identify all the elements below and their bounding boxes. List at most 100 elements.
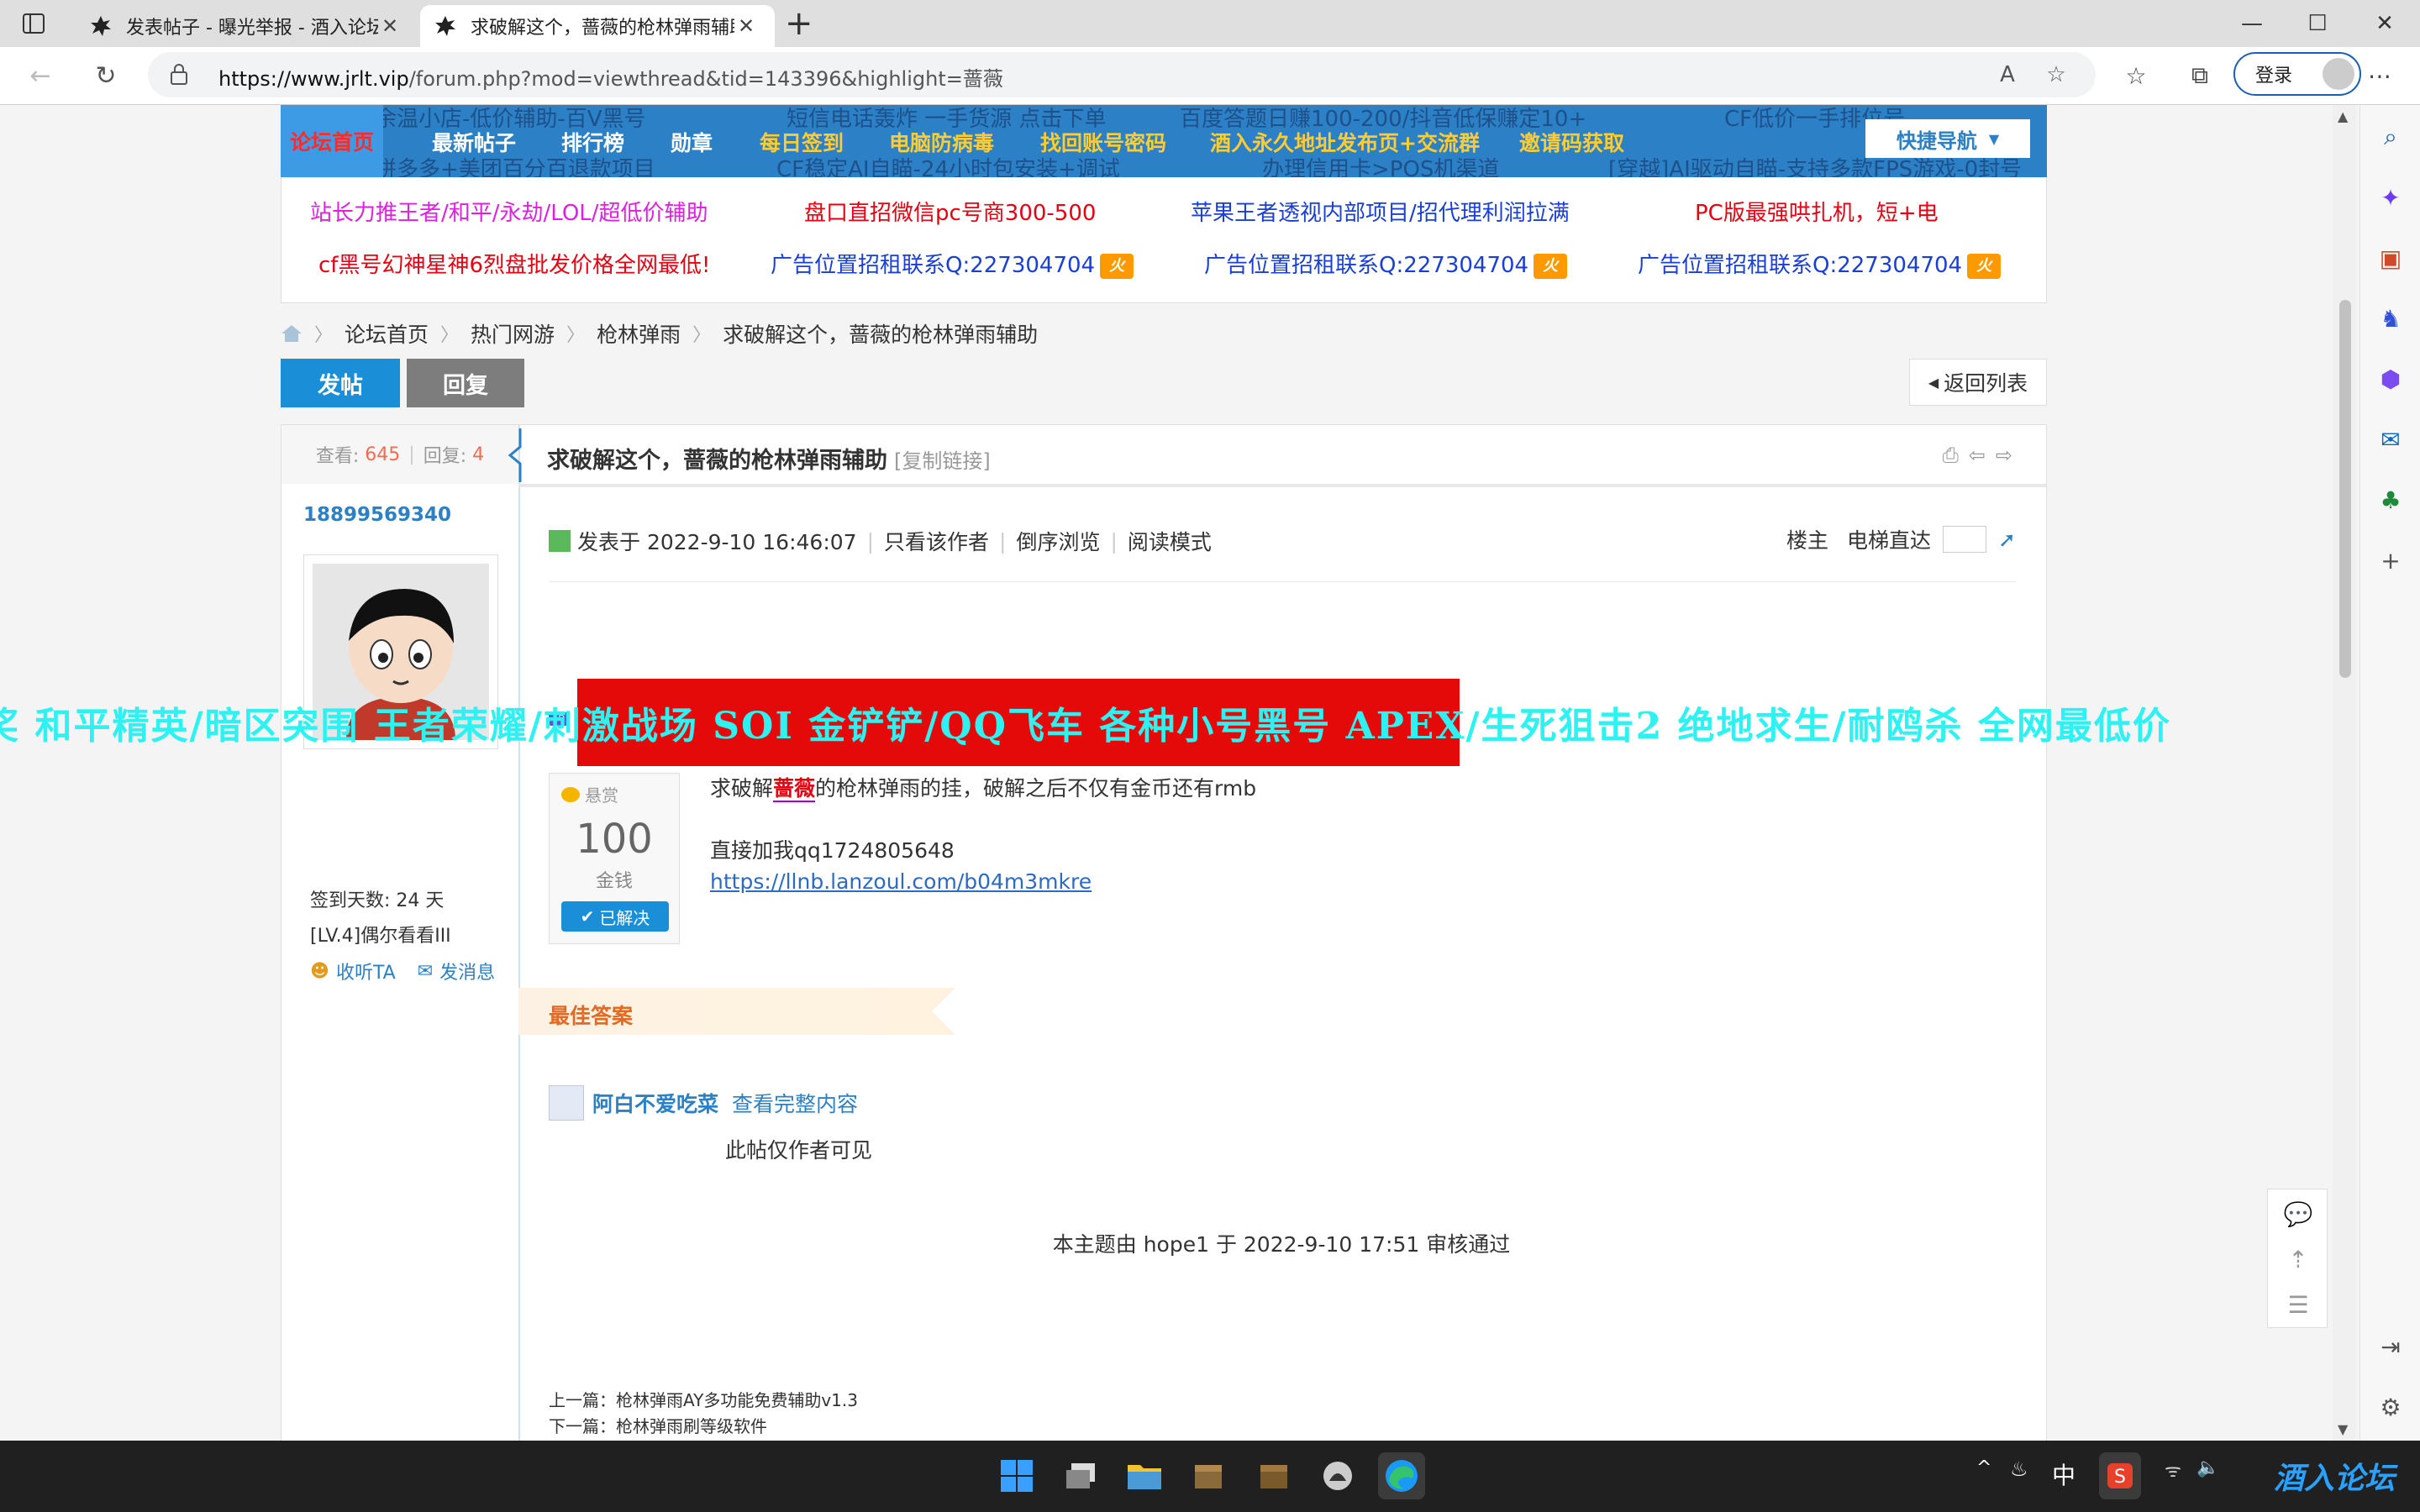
tree-icon[interactable]: ♣ [2375, 485, 2406, 515]
outlook-icon[interactable]: ✉ [2375, 424, 2406, 454]
next-thread-link[interactable]: 下一篇：枪林弹雨刷等级软件 [549, 1414, 858, 1440]
elevator-go-icon[interactable]: ➚ [1998, 528, 2016, 552]
nav-item-checkin[interactable]: 每日签到 [760, 127, 844, 157]
nav-item-invite-code[interactable]: 邀请码获取 [1519, 127, 1624, 157]
edge-browser-icon[interactable] [1378, 1452, 1425, 1499]
download-link[interactable]: https://llnb.lanzoul.com/b04m3mkre [710, 869, 1092, 894]
text-ad[interactable]: 广告位置招租联系Q:227304704 火 [1204, 248, 1568, 279]
list-icon[interactable]: ☰ [2268, 1282, 2328, 1327]
tab-close-icon[interactable]: ✕ [378, 14, 402, 38]
reply-button[interactable]: 回复 [407, 359, 524, 407]
nav-item-latest[interactable]: 最新帖子 [432, 127, 516, 157]
tray-app-icon[interactable]: ♨ [2010, 1457, 2028, 1481]
back-to-top-icon[interactable]: ⇡ [2268, 1236, 2328, 1282]
app-box-icon[interactable] [1250, 1452, 1297, 1499]
login-button[interactable]: 登录 [2233, 52, 2361, 96]
text-ad[interactable]: 广告位置招租联系Q:227304704 火 [1638, 248, 2002, 279]
sidebar-collapse-icon[interactable]: ⇥ [2375, 1331, 2406, 1362]
home-icon[interactable] [281, 324, 302, 343]
contact-text: 直接加我qq1724805648 [710, 838, 955, 863]
windows-start-icon[interactable] [993, 1452, 1040, 1499]
breadcrumb-home[interactable]: 论坛首页 [345, 318, 429, 349]
minimize-button[interactable]: — [2217, 0, 2287, 47]
url-host: https://www.jrlt.vip [218, 67, 409, 91]
browser-tab-post[interactable]: 发表帖子 - 曝光举报 - 酒入论坛 ✕ [76, 5, 418, 47]
text-ad[interactable]: 盘口直招微信pc号商300-500 [804, 196, 1096, 227]
collections-icon[interactable]: ⧉ [2183, 59, 2217, 92]
app-box-icon[interactable] [1185, 1452, 1232, 1499]
browser-tab-thread[interactable]: 求破解这个，蔷薇的枪林弹雨辅助 ✕ [420, 5, 775, 47]
nav-item-ranking[interactable]: 排行榜 [561, 127, 624, 157]
previous-thread-icon[interactable]: ⇦ [1969, 444, 1986, 467]
tray-chevron-icon[interactable]: ^ [1976, 1457, 1991, 1478]
print-icon[interactable]: ⎙ [1943, 444, 1959, 467]
refresh-icon[interactable]: ↻ [87, 57, 124, 94]
search-icon[interactable]: ⌕ [2375, 122, 2406, 152]
text-ad[interactable]: PC版最强哄扎机，短+电 [1695, 196, 1939, 227]
answerer-avatar[interactable] [549, 1085, 584, 1121]
favorite-star-icon[interactable]: ☆ [2042, 60, 2070, 89]
more-menu-icon[interactable]: ⋯ [2363, 59, 2396, 92]
tab-close-icon[interactable]: ✕ [734, 14, 758, 38]
message-link[interactable]: 发消息 [439, 958, 495, 984]
answerer-name[interactable]: 阿白不爱吃菜 [592, 1088, 718, 1118]
nav-item-recover-account[interactable]: 找回账号密码 [1040, 127, 1166, 157]
scroll-down-icon[interactable]: ▼ [2338, 1421, 2348, 1437]
quick-nav-label: 快捷导航 [1896, 129, 1977, 153]
reverse-order-link[interactable]: 倒序浏览 [1016, 526, 1100, 556]
tab-actions-icon[interactable] [20, 10, 47, 37]
add-icon[interactable]: + [2375, 545, 2406, 575]
page-scrollbar[interactable]: ▲ ▼ [2333, 105, 2356, 1441]
nav-item-address-page[interactable]: 酒入永久地址发布页+交流群 [1210, 127, 1480, 157]
volume-icon[interactable]: 🔈 [2196, 1457, 2219, 1478]
only-author-link[interactable]: 只看该作者 [884, 526, 989, 556]
text-ad[interactable]: 站长力推王者/和平/永劫/LOL/超低价辅助 [310, 196, 708, 227]
follow-link[interactable]: 收听TA [336, 958, 396, 984]
quick-reply-icon[interactable]: 💬 [2268, 1191, 2328, 1236]
settings-gear-icon[interactable]: ⚙ [2375, 1392, 2406, 1422]
floating-tools: 💬 ⇡ ☰ [2267, 1189, 2328, 1328]
view-full-link[interactable]: 查看完整内容 [732, 1088, 858, 1118]
tools-icon[interactable]: ▣ [2375, 243, 2406, 273]
caret-down-icon: ▼ [1988, 130, 2000, 147]
close-window-button[interactable]: ✕ [2349, 0, 2420, 47]
quick-nav-button[interactable]: 快捷导航 ▼ [1865, 119, 2030, 158]
scroll-up-icon[interactable]: ▲ [2338, 108, 2348, 124]
address-bar[interactable]: https://www.jrlt.vip/forum.php?mod=viewt… [148, 52, 2096, 97]
nav-item-medals[interactable]: 勋章 [671, 127, 713, 157]
breadcrumb-category[interactable]: 热门网游 [471, 318, 555, 349]
text-ad[interactable]: 苹果王者透视内部项目/招代理利润拉满 [1191, 196, 1570, 227]
new-tab-button[interactable]: + [785, 7, 813, 40]
scrollbar-thumb[interactable] [2339, 300, 2351, 678]
task-view-icon[interactable] [1057, 1452, 1104, 1499]
file-explorer-icon[interactable] [1121, 1452, 1168, 1499]
breadcrumb-board[interactable]: 枪林弹雨 [597, 318, 681, 349]
back-arrow-icon[interactable]: ← [22, 57, 59, 94]
text-ad[interactable]: cf黑号幻神星神6烈盘批发价格全网最低! [318, 248, 710, 279]
banner-ad[interactable]: 免费抽奖 和平精英/暗区突围 王者荣耀/刺激战场 SOI 金铲铲/QQ飞车 各种… [0, 679, 2170, 766]
maximize-button[interactable]: ☐ [2282, 0, 2353, 47]
games-icon[interactable]: ♞ [2375, 303, 2406, 333]
network-icon[interactable]: ᯤ [2165, 1457, 2181, 1483]
read-aloud-icon[interactable]: A [1993, 60, 2022, 89]
favorites-icon[interactable]: ☆ [2119, 59, 2153, 92]
new-post-button[interactable]: 发帖 [281, 359, 400, 407]
prev-thread-link[interactable]: 上一篇：枪林弹雨AY多功能免费辅助v1.3 [549, 1388, 858, 1414]
office-icon[interactable]: ⬢ [2375, 364, 2406, 394]
copilot-icon[interactable]: ✦ [2375, 182, 2406, 213]
nav-item-home[interactable]: 论坛首页 [281, 105, 383, 177]
ime-indicator[interactable]: 中 [2052, 1457, 2075, 1491]
text-ad[interactable]: 广告位置招租联系Q:227304704 火 [771, 248, 1134, 279]
copy-link[interactable]: [复制链接] [894, 449, 991, 473]
elevator-input[interactable] [1943, 526, 1987, 553]
page-viewport: 余温小店-低价辅助-百V黑号 短信电话轰炸 一手货源 点击下单 百度答题日赚10… [0, 105, 2333, 1441]
user-level: [LV.4]偶尔看看III [310, 926, 451, 947]
text-ad-label: 广告位置招租联系Q:227304704 [771, 253, 1096, 278]
next-thread-icon[interactable]: ⇨ [1996, 444, 2012, 467]
sogou-ime-icon[interactable]: S [2099, 1452, 2141, 1499]
read-mode-link[interactable]: 阅读模式 [1128, 526, 1212, 556]
author-name[interactable]: 18899569340 [303, 504, 451, 526]
game-app-icon[interactable] [1314, 1452, 1361, 1499]
back-to-list-button[interactable]: ◀ 返回列表 [1909, 359, 2047, 406]
nav-item-antivirus[interactable]: 电脑防病毒 [889, 127, 994, 157]
